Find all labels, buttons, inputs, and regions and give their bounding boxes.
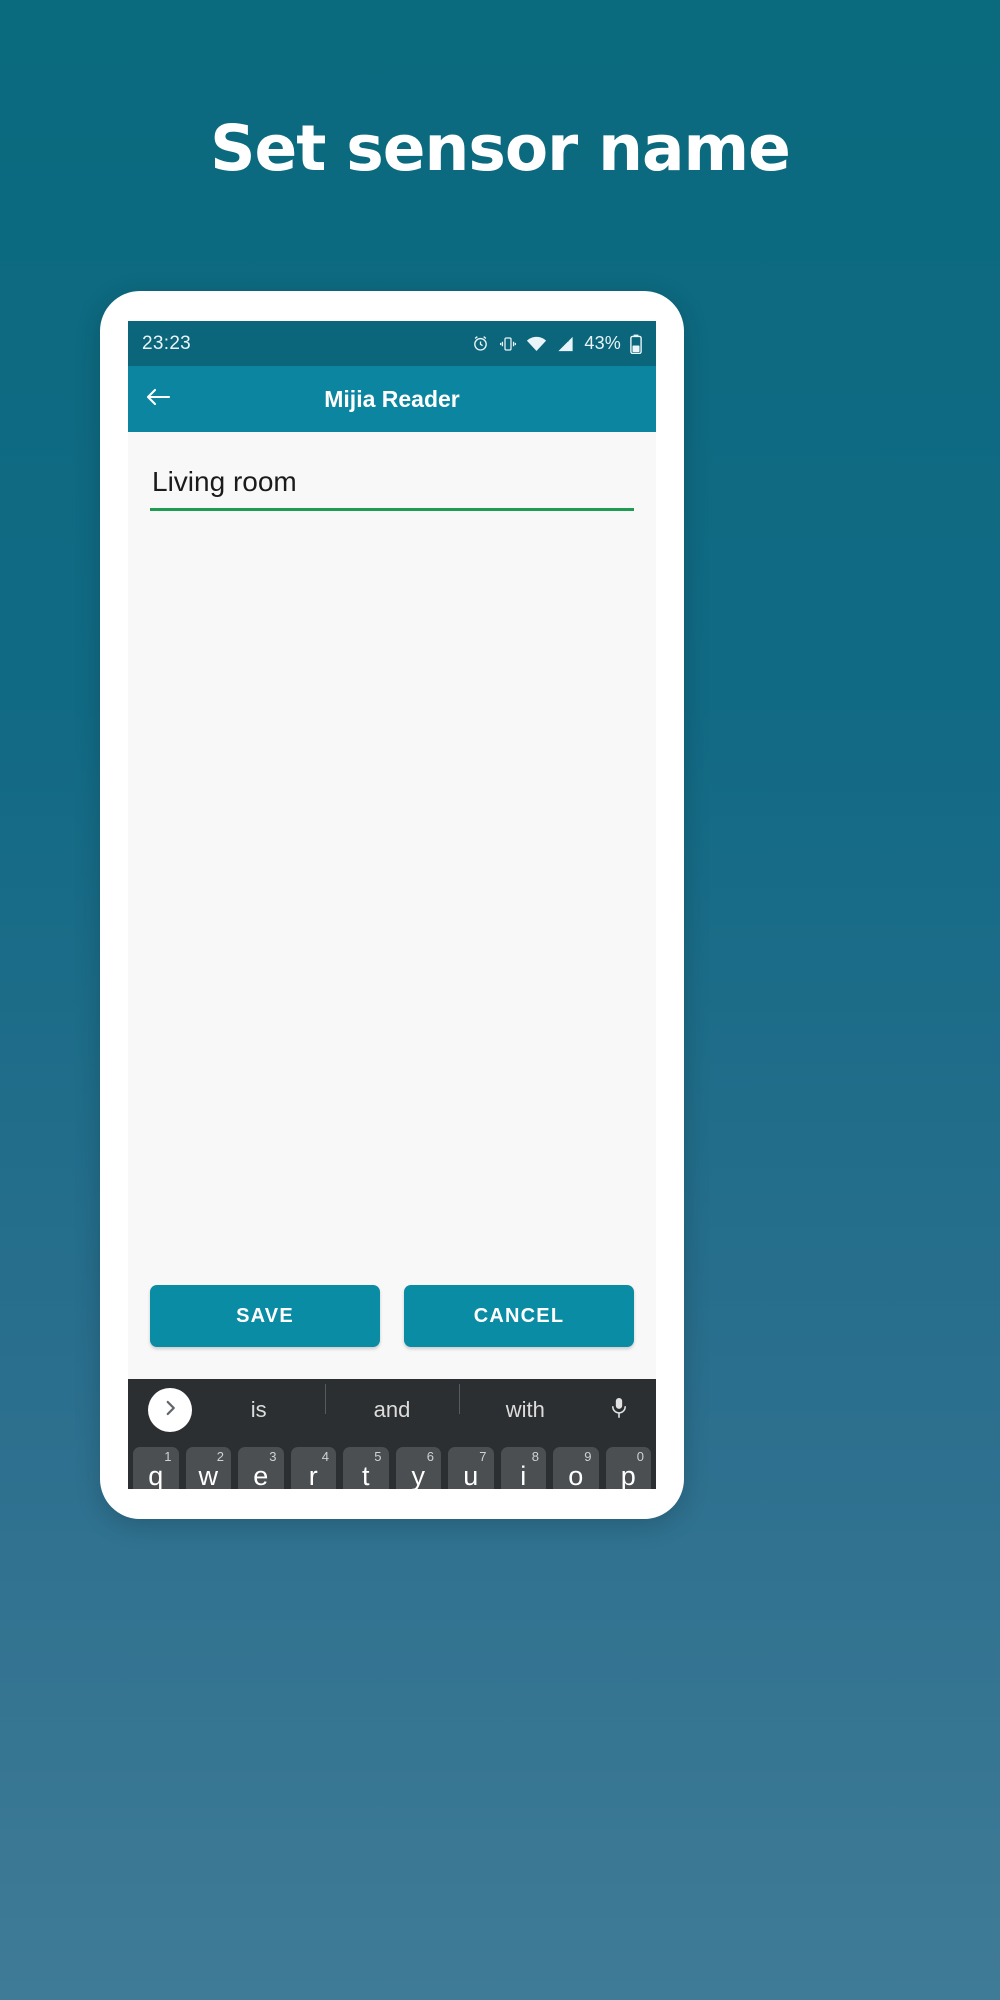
voice-input-button[interactable] <box>592 1396 646 1425</box>
key-label: w <box>198 1460 219 1490</box>
expand-suggestions-button[interactable] <box>148 1388 192 1432</box>
vibrate-icon <box>499 335 517 353</box>
key-hint: 6 <box>426 1449 434 1464</box>
svg-text:x: x <box>567 337 570 343</box>
page-title: Set sensor name <box>210 112 791 185</box>
battery-icon <box>630 334 642 354</box>
suggestion-word[interactable]: is <box>192 1397 325 1423</box>
key-hint: 4 <box>321 1449 329 1464</box>
key[interactable]: 2w <box>185 1447 231 1490</box>
key-label: o <box>568 1460 584 1490</box>
save-button[interactable]: SAVE <box>150 1285 380 1347</box>
key-hint: 5 <box>374 1449 382 1464</box>
status-bar: 23:23 x 43% <box>128 321 656 366</box>
key-label: u <box>463 1460 479 1490</box>
key[interactable]: 4r <box>290 1447 336 1490</box>
battery-percent-label: 43% <box>584 333 621 353</box>
key-hint: 3 <box>269 1449 277 1464</box>
key-hint: 2 <box>216 1449 224 1464</box>
key-hint: 7 <box>479 1449 487 1464</box>
arrow-left-icon <box>144 385 172 414</box>
cancel-button[interactable]: CANCEL <box>404 1285 634 1347</box>
status-icons: x 43% <box>471 333 642 354</box>
keyboard-row-1: 1q 2w 3e 4r 5t 6y 7u 8i 9o 0p <box>128 1441 656 1489</box>
key-label: r <box>308 1460 318 1490</box>
key[interactable]: 8i <box>500 1447 546 1490</box>
key[interactable]: 3e <box>238 1447 284 1489</box>
key-label: e <box>253 1460 269 1490</box>
content-area: SAVE CANCEL <box>128 432 656 1379</box>
key[interactable]: 5t <box>343 1447 389 1489</box>
key-hint: 1 <box>164 1449 172 1464</box>
key-label: t <box>361 1460 370 1490</box>
phone-screen: 23:23 x 43% Mijia Reader Living room SAV… <box>128 321 656 1489</box>
key[interactable]: 1q <box>133 1447 179 1489</box>
suggestion-bar: is and with <box>128 1379 656 1441</box>
key-hint: 0 <box>636 1449 644 1464</box>
suggestion-word[interactable]: and <box>325 1384 458 1423</box>
on-screen-keyboard: is and with 1q 2w 3e 4r 5 t 6 y 7 u 8 i … <box>128 1379 656 1489</box>
back-button[interactable] <box>128 366 188 432</box>
sensor-name-field-wrapper <box>128 432 656 511</box>
key-label: y <box>411 1460 426 1490</box>
sensor-name-input[interactable] <box>150 466 634 511</box>
alarm-icon <box>471 334 490 353</box>
key[interactable]: 9o <box>553 1447 599 1489</box>
key-label: p <box>620 1460 636 1490</box>
key-hint: 8 <box>531 1449 539 1464</box>
chevron-right-icon <box>161 1399 179 1422</box>
key-hint: 9 <box>584 1449 592 1464</box>
suggestion-words: is and with <box>192 1384 592 1423</box>
key-label: q <box>148 1460 164 1490</box>
wifi-icon <box>526 335 547 353</box>
key-label: i <box>520 1460 527 1490</box>
status-clock: 23:23 <box>142 332 192 354</box>
app-bar-title: Mijia Reader <box>324 385 460 412</box>
microphone-icon <box>609 1396 629 1425</box>
phone-frame: 23:23 x 43% Mijia Reader Living room SAV… <box>100 291 684 1519</box>
cellular-signal-icon: x <box>556 335 575 353</box>
key[interactable]: 6y <box>395 1447 441 1490</box>
app-bar: Mijia Reader <box>128 366 656 432</box>
key[interactable]: 0p <box>605 1447 651 1490</box>
key[interactable]: 7u <box>448 1447 494 1489</box>
action-button-row: SAVE CANCEL <box>128 1285 656 1347</box>
suggestion-word[interactable]: with <box>458 1384 592 1423</box>
